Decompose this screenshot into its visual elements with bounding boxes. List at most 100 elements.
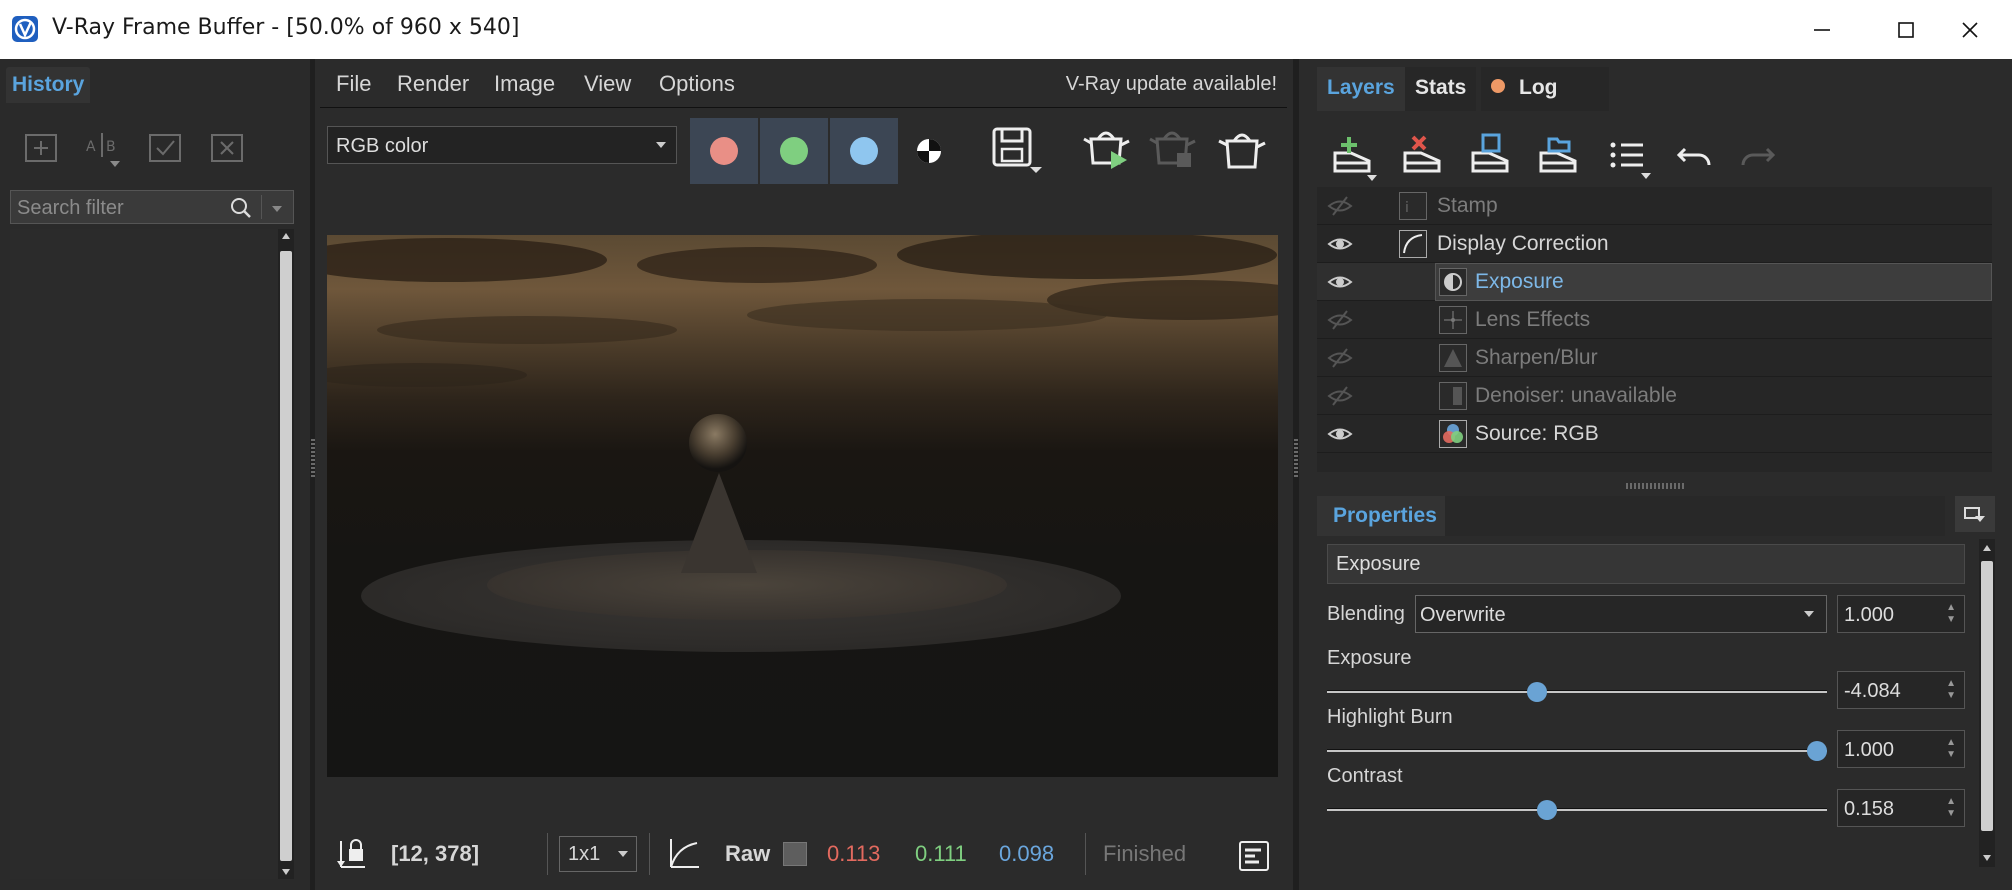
layer-row[interactable]: Sharpen/Blur bbox=[1317, 339, 1992, 377]
delete-layer-icon[interactable] bbox=[1399, 131, 1451, 183]
properties-splitter[interactable] bbox=[1626, 483, 1684, 489]
hidden-eye-icon[interactable] bbox=[1325, 309, 1355, 331]
spinner-arrows-icon[interactable]: ▲ ▼ bbox=[1946, 678, 1956, 702]
color-curve-icon[interactable] bbox=[667, 837, 701, 871]
eye-icon[interactable] bbox=[1325, 233, 1355, 255]
properties-scrollbar[interactable] bbox=[1979, 539, 1995, 867]
status-bar: [12, 378] 1x1 Raw 0.113 0.111 0.098 Fini… bbox=[315, 827, 1295, 881]
apply-history-icon[interactable] bbox=[144, 127, 186, 169]
properties-tab[interactable]: Properties bbox=[1317, 496, 1445, 536]
cone-object bbox=[681, 473, 757, 573]
layer-name: Display Correction bbox=[1437, 232, 1609, 255]
menu-options[interactable]: Options bbox=[659, 71, 735, 97]
hidden-eye-icon[interactable] bbox=[1325, 385, 1355, 407]
add-layer-icon[interactable] bbox=[1329, 131, 1381, 183]
color-swatch bbox=[783, 842, 807, 866]
properties-menu-icon[interactable] bbox=[1955, 496, 1995, 532]
slider-knob[interactable] bbox=[1807, 741, 1827, 761]
highlight-burn-input[interactable]: 1.000 ▲ ▼ bbox=[1837, 730, 1965, 768]
remove-history-icon[interactable] bbox=[206, 127, 248, 169]
rgb-source-icon bbox=[1439, 420, 1467, 448]
history-panel: History AB bbox=[0, 59, 310, 890]
save-layers-icon[interactable] bbox=[1467, 131, 1519, 183]
layer-row[interactable]: Denoiser: unavailable bbox=[1317, 377, 1992, 415]
undo-icon[interactable] bbox=[1669, 131, 1721, 183]
sharpen-icon bbox=[1439, 344, 1467, 372]
lock-coords-icon[interactable] bbox=[335, 837, 369, 871]
zoom-select[interactable]: 1x1 bbox=[559, 836, 637, 872]
render-viewport[interactable] bbox=[327, 235, 1278, 777]
history-tab[interactable]: History bbox=[6, 67, 91, 103]
tab-layers[interactable]: Layers bbox=[1317, 67, 1405, 111]
search-icon[interactable] bbox=[229, 196, 253, 220]
color-mode-label: Raw bbox=[725, 841, 771, 866]
blending-amount-input[interactable]: 1.000 ▲ ▼ bbox=[1837, 595, 1965, 633]
slider-knob[interactable] bbox=[1537, 800, 1557, 820]
window-title: V-Ray Frame Buffer - [50.0% of 960 x 540… bbox=[52, 15, 520, 40]
save-image-icon[interactable] bbox=[987, 123, 1047, 179]
eye-icon[interactable] bbox=[1325, 423, 1355, 445]
hidden-eye-icon[interactable] bbox=[1325, 195, 1355, 217]
exposure-slider[interactable] bbox=[1327, 681, 1827, 702]
channel-select[interactable]: RGB color bbox=[327, 126, 677, 164]
tab-stats[interactable]: Stats bbox=[1405, 67, 1477, 111]
layer-row[interactable]: Display Correction bbox=[1317, 225, 1992, 263]
layer-row[interactable]: Lens Effects bbox=[1317, 301, 1992, 339]
green-dot-icon bbox=[780, 137, 808, 165]
minimize-window-button[interactable] bbox=[1780, 0, 1864, 59]
teapot-render-icon[interactable] bbox=[1215, 123, 1271, 175]
blue-value: 0.098 bbox=[999, 841, 1055, 866]
menu-image[interactable]: Image bbox=[494, 71, 555, 97]
contrast-slider[interactable] bbox=[1327, 799, 1827, 820]
menu-render[interactable]: Render bbox=[397, 71, 469, 97]
layer-presets-icon[interactable] bbox=[1605, 131, 1657, 183]
log-panel-icon[interactable] bbox=[1239, 841, 1269, 871]
search-input[interactable] bbox=[17, 196, 227, 220]
close-window-button[interactable] bbox=[1928, 0, 2012, 59]
layer-row[interactable]: Source: RGB bbox=[1317, 415, 1992, 453]
green-channel-button[interactable] bbox=[760, 118, 828, 184]
hidden-eye-icon[interactable] bbox=[1325, 347, 1355, 369]
start-render-icon[interactable] bbox=[1081, 123, 1137, 175]
spinner-arrows-icon[interactable]: ▲ ▼ bbox=[1946, 602, 1956, 626]
log-status-dot-icon bbox=[1491, 79, 1505, 94]
ab-compare-icon[interactable]: AB bbox=[82, 127, 124, 169]
alpha-channel-icon[interactable] bbox=[907, 129, 951, 173]
eye-icon[interactable] bbox=[1325, 271, 1355, 293]
green-value: 0.111 bbox=[915, 841, 967, 866]
layer-name-field[interactable]: Exposure bbox=[1327, 544, 1965, 584]
render-view-panel: File Render Image View Options V-Ray upd… bbox=[315, 59, 1295, 890]
layer-row-selected[interactable]: Exposure bbox=[1317, 263, 1992, 301]
blending-select[interactable]: Overwrite bbox=[1415, 595, 1827, 633]
svg-text:B: B bbox=[106, 139, 116, 155]
spinner-arrows-icon[interactable]: ▲ ▼ bbox=[1946, 737, 1956, 761]
param-label: Exposure bbox=[1327, 647, 1412, 669]
layer-row[interactable]: i Stamp bbox=[1317, 187, 1992, 225]
red-channel-button[interactable] bbox=[690, 118, 758, 184]
blue-dot-icon bbox=[850, 137, 878, 165]
history-toolbar: AB bbox=[20, 127, 248, 169]
search-box bbox=[10, 190, 294, 224]
blue-channel-button[interactable] bbox=[830, 118, 898, 184]
search-dropdown-icon[interactable] bbox=[271, 205, 283, 213]
exposure-input[interactable]: -4.084 ▲ ▼ bbox=[1837, 671, 1965, 709]
param-label: Contrast bbox=[1327, 765, 1403, 787]
load-layers-icon[interactable] bbox=[1535, 131, 1587, 183]
history-scrollbar[interactable] bbox=[278, 229, 294, 879]
menu-bar: File Render Image View Options V-Ray upd… bbox=[315, 71, 1295, 99]
blending-amount-value: 1.000 bbox=[1844, 604, 1895, 626]
blending-label: Blending bbox=[1327, 603, 1405, 625]
update-notice[interactable]: V-Ray update available! bbox=[1066, 73, 1277, 96]
add-history-icon[interactable] bbox=[20, 127, 62, 169]
blending-select-value: Overwrite bbox=[1420, 604, 1506, 626]
menu-view[interactable]: View bbox=[584, 71, 631, 97]
tab-log[interactable]: Log bbox=[1481, 67, 1609, 111]
slider-knob[interactable] bbox=[1527, 682, 1547, 702]
layer-name: Stamp bbox=[1437, 194, 1498, 217]
menu-file[interactable]: File bbox=[336, 71, 371, 97]
spinner-arrows-icon[interactable]: ▲ ▼ bbox=[1946, 796, 1956, 820]
title-bar: V-Ray Frame Buffer - [50.0% of 960 x 540… bbox=[0, 0, 2012, 59]
history-list bbox=[10, 229, 280, 879]
highlight-burn-slider[interactable] bbox=[1327, 740, 1827, 761]
contrast-input[interactable]: 0.158 ▲ ▼ bbox=[1837, 789, 1965, 827]
